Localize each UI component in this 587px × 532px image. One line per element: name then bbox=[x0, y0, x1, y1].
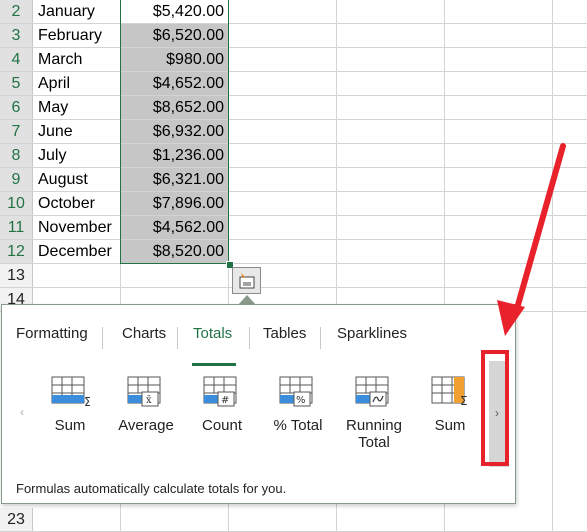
annotation-arrow-icon bbox=[497, 143, 566, 336]
